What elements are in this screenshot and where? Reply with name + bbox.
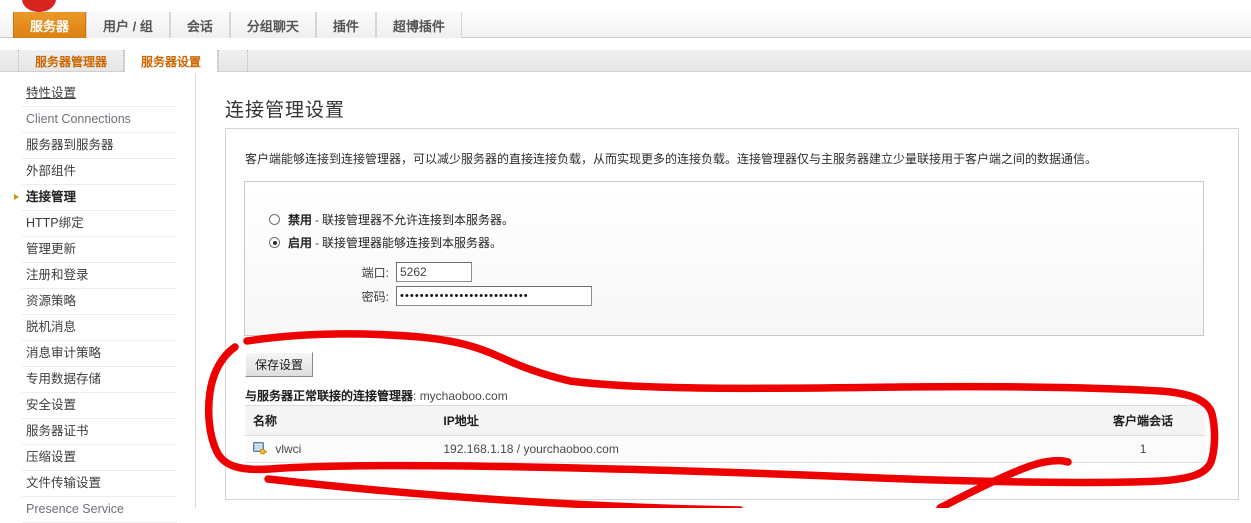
sidebar-item-label: Presence Service	[26, 502, 124, 516]
sidebar-item-security-settings[interactable]: 安全设置	[22, 393, 177, 419]
connected-managers-value: mychaoboo.com	[419, 389, 508, 403]
subtab-label: 服务器设置	[141, 54, 202, 69]
tab-label: 超博插件	[392, 18, 445, 34]
sidebar-item-label: 压缩设置	[26, 450, 77, 464]
sidebar-item-private-data-storage[interactable]: 专用数据存储	[22, 367, 177, 393]
radio-icon-disable[interactable]	[269, 214, 280, 225]
sidebar-item-label: 资源策略	[26, 294, 77, 308]
connected-managers-label: 与服务器正常联接的连接管理器	[245, 389, 414, 403]
sidebar-item-client-connections[interactable]: Client Connections	[22, 107, 177, 133]
panel-description: 客户端能够连接到连接管理器，可以减少服务器的直接连接负载，从而实现更多的连接负载…	[245, 152, 1098, 166]
radio-option-enable[interactable]: 启用 - 联接管理器能够连接到本服务器。	[269, 234, 502, 251]
content-area: 特性设置 Client Connections 服务器到服务器 外部组件 连接管…	[0, 73, 1251, 523]
radio-label-text: 联接管理器能够连接到本服务器。	[322, 236, 503, 250]
column-header-name[interactable]: 名称	[245, 405, 436, 436]
subtab-server-manager[interactable]: 服务器管理器	[18, 50, 125, 72]
port-input[interactable]: 5262	[396, 262, 472, 282]
sidebar-item-label: 文件传输设置	[26, 476, 102, 490]
sidebar-item-server-certificates[interactable]: 服务器证书	[22, 419, 177, 445]
password-field-row: 密码: ••••••••••••••••••••••••••	[345, 286, 592, 306]
server-key-icon	[253, 442, 267, 455]
radio-label-sep: -	[315, 212, 320, 227]
secondary-tab-bar: 服务器管理器 服务器设置	[0, 50, 1251, 73]
column-header-ip[interactable]: IP地址	[435, 405, 1082, 436]
selected-arrow-icon	[14, 194, 19, 200]
sidebar-item-label: HTTP绑定	[26, 216, 84, 230]
sidebar-item-label: 管理更新	[26, 242, 77, 256]
sidebar-item-features[interactable]: 特性设置	[22, 81, 177, 107]
tab-label: 插件	[332, 18, 359, 34]
sidebar-item-message-audit-policy[interactable]: 消息审计策略	[22, 341, 177, 367]
radio-label-sep: -	[315, 235, 320, 250]
port-field-row: 端口: 5262	[345, 262, 472, 282]
primary-tab-bar: 服务器 用户 / 组 会话 分组聊天 插件 超博插件	[0, 12, 1251, 38]
connected-colon: :	[413, 389, 420, 403]
tab-server[interactable]: 服务器	[13, 12, 87, 38]
tab-label: 服务器	[30, 18, 70, 34]
tab-label: 分组聊天	[246, 18, 299, 34]
radio-option-disable[interactable]: 禁用 - 联接管理器不允许连接到本服务器。	[269, 211, 514, 228]
sidebar-item-label: 安全设置	[26, 398, 77, 412]
sidebar-item-presence-service[interactable]: Presence Service	[22, 497, 177, 523]
sidebar-item-label: 脱机消息	[26, 320, 77, 334]
tab-label: 用户 / 组	[103, 18, 153, 34]
radio-icon-enable[interactable]	[269, 237, 280, 248]
radio-label-text: 联接管理器不允许连接到本服务器。	[322, 213, 515, 227]
radio-label-bold: 启用	[288, 236, 313, 250]
sidebar-item-compression-settings[interactable]: 压缩设置	[22, 445, 177, 471]
table-row[interactable]: vlwci 192.168.1.18 / yourchaoboo.com 1	[245, 435, 1205, 463]
sidebar-item-external-components[interactable]: 外部组件	[22, 159, 177, 185]
sidebar-item-server-to-server[interactable]: 服务器到服务器	[22, 133, 177, 159]
cell-ip: 192.168.1.18 / yourchaoboo.com	[435, 435, 1082, 463]
subtab-server-settings[interactable]: 服务器设置	[124, 50, 219, 73]
column-header-sessions[interactable]: 客户端会话	[1081, 405, 1205, 436]
save-settings-button[interactable]: 保存设置	[245, 352, 314, 377]
sidebar-item-label: 消息审计策略	[26, 346, 102, 360]
cell-name: vlwci	[245, 435, 436, 463]
tab-users-groups[interactable]: 用户 / 组	[86, 12, 170, 38]
subtab-label: 服务器管理器	[35, 54, 108, 69]
main-panel: 连接管理设置 客户端能够连接到连接管理器，可以减少服务器的直接连接负载，从而实现…	[197, 73, 1251, 508]
sidebar-item-manage-updates[interactable]: 管理更新	[22, 237, 177, 263]
tab-label: 会话	[186, 18, 213, 34]
tab-chaobo-plugins[interactable]: 超博插件	[375, 12, 462, 38]
sidebar-item-registration-login[interactable]: 注册和登录	[22, 263, 177, 289]
sidebar-item-label: 服务器到服务器	[26, 138, 114, 152]
sidebar-item-label: 专用数据存储	[26, 372, 102, 386]
sidebar-item-file-transfer-settings[interactable]: 文件传输设置	[22, 471, 177, 497]
tab-plugins[interactable]: 插件	[315, 12, 376, 38]
sidebar-item-label: 连接管理	[26, 190, 77, 204]
port-label: 端口:	[361, 265, 389, 280]
connection-manager-fieldset: 禁用 - 联接管理器不允许连接到本服务器。 启用 - 联接管理器能够连接到本服务…	[244, 181, 1204, 336]
connected-managers-line: 与服务器正常联接的连接管理器: mychaoboo.com	[245, 387, 508, 404]
cell-sessions: 1	[1081, 435, 1205, 463]
sidebar-item-label: Client Connections	[26, 112, 131, 126]
table-header-row: 名称 IP地址 客户端会话	[245, 405, 1205, 436]
connection-managers-table: 名称 IP地址 客户端会话 vlwci 192.168.1.18 / yourc…	[245, 405, 1205, 463]
settings-sidebar: 特性设置 Client Connections 服务器到服务器 外部组件 连接管…	[0, 73, 196, 523]
subtab-spacer	[218, 50, 249, 72]
sidebar-item-connection-manager[interactable]: 连接管理	[14, 185, 177, 211]
connection-manager-panel: 客户端能够连接到连接管理器，可以减少服务器的直接连接负载，从而实现更多的连接负载…	[225, 128, 1239, 500]
tab-group-chat[interactable]: 分组聊天	[229, 12, 316, 38]
sidebar-item-resource-policy[interactable]: 资源策略	[22, 289, 177, 315]
app-logo	[22, 0, 56, 12]
sidebar-item-label: 注册和登录	[26, 268, 89, 282]
tab-sessions[interactable]: 会话	[169, 12, 230, 38]
password-input[interactable]: ••••••••••••••••••••••••••	[396, 286, 592, 306]
sidebar-item-label: 特性设置	[26, 86, 77, 100]
sidebar-item-label: 服务器证书	[26, 424, 89, 438]
page-title: 连接管理设置	[225, 100, 346, 121]
radio-label-bold: 禁用	[288, 213, 313, 227]
row-name-text: vlwci	[275, 442, 302, 456]
password-label: 密码:	[361, 289, 389, 304]
sidebar-item-label: 外部组件	[26, 164, 77, 178]
sidebar-item-http-binding[interactable]: HTTP绑定	[22, 211, 177, 237]
sidebar-item-offline-messages[interactable]: 脱机消息	[22, 315, 177, 341]
